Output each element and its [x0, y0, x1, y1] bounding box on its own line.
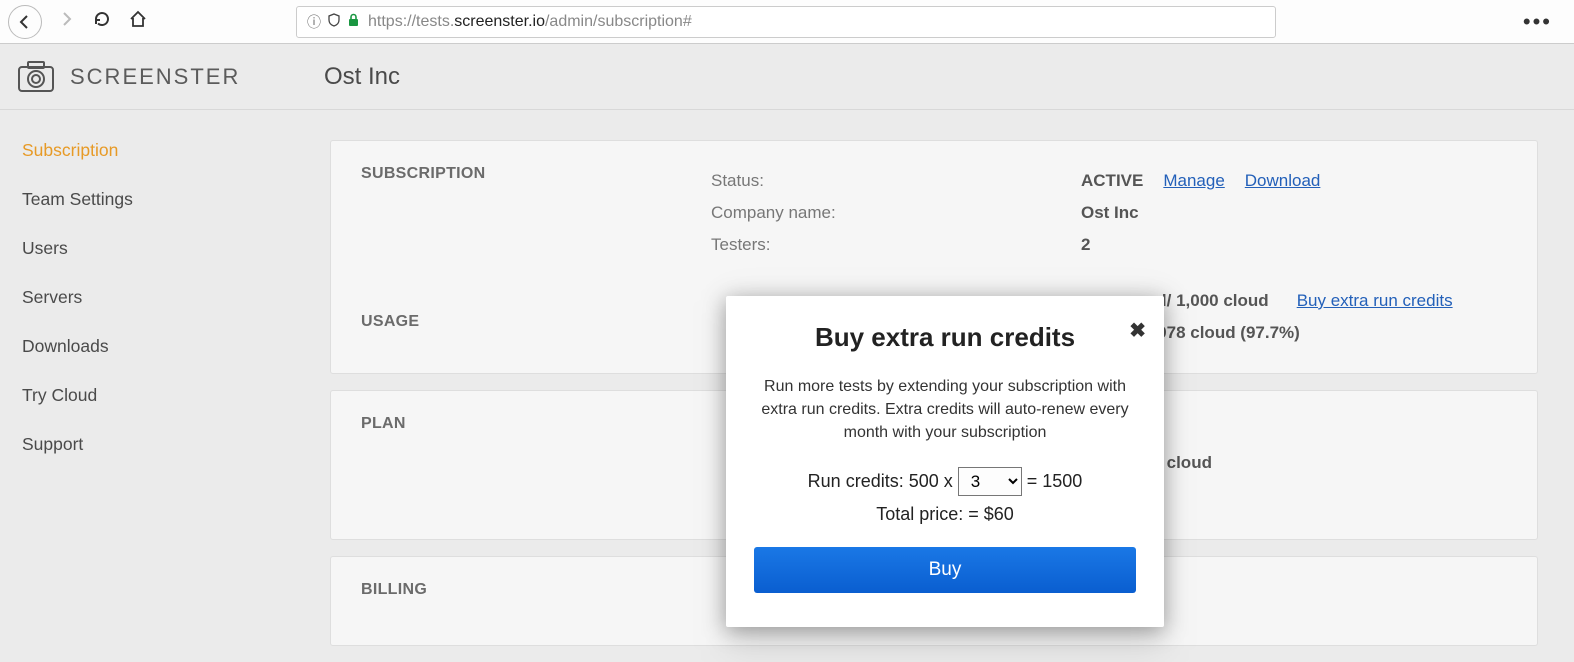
modal-buy-credits: ✖ Buy extra run credits Run more tests b…: [726, 296, 1164, 627]
sidebar-item-team-settings[interactable]: Team Settings: [0, 175, 308, 224]
lock-icon: [347, 13, 360, 30]
buy-button[interactable]: Buy: [754, 547, 1136, 593]
modal-description: Run more tests by extending your subscri…: [754, 375, 1136, 445]
modal-title: Buy extra run credits: [754, 322, 1136, 353]
url-prefix: https://tests.: [368, 13, 454, 31]
home-button[interactable]: [128, 10, 148, 33]
label-testers: Testers:: [711, 229, 1081, 261]
sidebar-item-support[interactable]: Support: [0, 420, 308, 469]
section-heading-subscription: SUBSCRIPTION: [361, 165, 711, 183]
company-name: Ost Inc: [324, 63, 400, 91]
back-button[interactable]: [8, 5, 42, 39]
info-icon: ⓘ: [307, 12, 321, 32]
sidebar-item-label: Servers: [22, 287, 82, 307]
modal-credits-line: Run credits: 500 x 3 = 1500: [754, 467, 1136, 496]
section-heading-billing: BILLING: [361, 581, 711, 599]
brand-text: SCREENSTER: [70, 64, 240, 90]
value-company: Ost Inc: [1081, 203, 1139, 223]
link-download[interactable]: Download: [1245, 171, 1321, 191]
sidebar-item-users[interactable]: Users: [0, 224, 308, 273]
close-icon[interactable]: ✖: [1129, 318, 1146, 343]
value-status: ACTIVE: [1081, 171, 1143, 191]
overflow-menu-button[interactable]: •••: [1523, 9, 1566, 35]
address-bar[interactable]: ⓘ https://tests. screenster.io /admin/su…: [296, 6, 1276, 38]
sidebar-item-subscription[interactable]: Subscription: [0, 126, 308, 175]
credits-prefix: Run credits: 500 x: [808, 471, 958, 491]
sidebar-item-servers[interactable]: Servers: [0, 273, 308, 322]
shield-icon: [327, 13, 341, 30]
browser-toolbar: ⓘ https://tests. screenster.io /admin/su…: [0, 0, 1574, 44]
url-path: /admin/subscription#: [545, 13, 692, 31]
value-runs-remaining: l/ 978 cloud (97.7%): [1143, 323, 1300, 343]
label-status: Status:: [711, 165, 1081, 197]
section-heading-usage: USAGE: [361, 313, 711, 331]
sidebar-item-label: Downloads: [22, 336, 109, 356]
link-buy-credits[interactable]: Buy extra run credits: [1297, 291, 1453, 311]
qty-select[interactable]: 3: [958, 467, 1022, 496]
sidebar-item-label: Try Cloud: [22, 385, 97, 405]
logo-icon: [16, 57, 56, 97]
sidebar-item-label: Subscription: [22, 140, 118, 160]
sidebar-item-try-cloud[interactable]: Try Cloud: [0, 371, 308, 420]
sidebar: Subscription Team Settings Users Servers…: [0, 110, 308, 662]
sidebar-item-downloads[interactable]: Downloads: [0, 322, 308, 371]
sidebar-item-label: Users: [22, 238, 68, 258]
modal-total: Total price: = $60: [754, 504, 1136, 525]
url-host: screenster.io: [454, 13, 545, 31]
value-testers: 2: [1081, 235, 1090, 255]
app-header: SCREENSTER Ost Inc: [0, 44, 1574, 110]
reload-button[interactable]: [92, 10, 112, 33]
forward-button[interactable]: [56, 11, 76, 32]
section-heading-plan: PLAN: [361, 415, 711, 433]
sidebar-item-label: Support: [22, 434, 83, 454]
label-company: Company name:: [711, 197, 1081, 229]
credits-result: = 1500: [1027, 471, 1083, 491]
link-manage[interactable]: Manage: [1163, 171, 1224, 191]
sidebar-item-label: Team Settings: [22, 189, 133, 209]
